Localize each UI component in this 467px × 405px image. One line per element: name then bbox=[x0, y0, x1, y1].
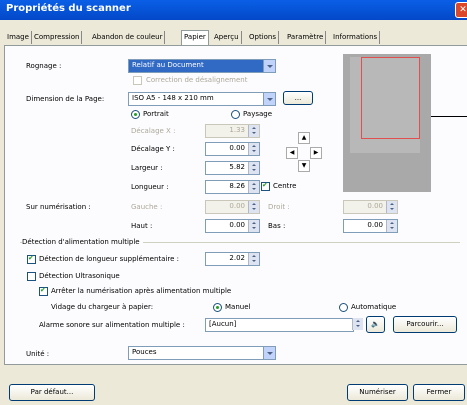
arrow-left-icon[interactable]: ◀ bbox=[286, 147, 298, 159]
page-size-value: ISO A5 - 148 x 210 mm bbox=[132, 94, 214, 102]
multifeed-group-title: Détection d'alimentation multiple bbox=[22, 238, 143, 246]
length-detect-stepper[interactable]: 2.02 bbox=[205, 252, 260, 266]
page-size-select[interactable]: ISO A5 - 148 x 210 mm bbox=[128, 92, 276, 106]
width-value: 5.82 bbox=[229, 163, 245, 171]
spin-arrows-icon[interactable] bbox=[248, 253, 259, 265]
length-detect-value: 2.02 bbox=[229, 254, 245, 262]
tab-preview[interactable]: Aperçu bbox=[212, 31, 242, 44]
alarm-spin[interactable] bbox=[352, 318, 363, 330]
spin-arrows-icon[interactable] bbox=[248, 201, 259, 213]
unit-label: Unité : bbox=[26, 350, 50, 358]
width-stepper[interactable]: 5.82 bbox=[205, 161, 260, 175]
length-stepper[interactable]: 8.26 bbox=[205, 180, 260, 194]
deskew-checkbox[interactable] bbox=[133, 76, 142, 85]
tab-paper[interactable]: Papier bbox=[181, 30, 209, 46]
tab-image[interactable]: Image bbox=[5, 31, 32, 44]
spin-arrows-icon[interactable] bbox=[248, 220, 259, 232]
page-size-label: Dimension de la Page: bbox=[26, 95, 105, 103]
length-detect-checkbox[interactable] bbox=[27, 254, 36, 264]
bottom-value: 0.00 bbox=[367, 221, 383, 229]
spin-arrows-icon[interactable] bbox=[386, 201, 397, 213]
right-stepper[interactable]: 0.00 bbox=[343, 200, 398, 214]
bottom-stepper[interactable]: 0.00 bbox=[343, 219, 398, 233]
offset-y-value: 0.00 bbox=[229, 144, 245, 152]
landscape-label: Paysage bbox=[243, 110, 273, 118]
left-label: Gauche : bbox=[131, 203, 163, 211]
tab-information[interactable]: Informations bbox=[331, 31, 381, 44]
overscan-label: Sur numérisation : bbox=[26, 203, 91, 211]
portrait-label: Portrait bbox=[143, 110, 169, 118]
unit-value: Pouces bbox=[132, 348, 157, 356]
length-detect-label: Détection de longueur supplémentaire : bbox=[39, 255, 179, 263]
left-stepper[interactable]: 0.00 bbox=[205, 200, 260, 214]
right-label: Droit : bbox=[268, 203, 290, 211]
chevron-down-icon[interactable] bbox=[263, 93, 275, 105]
spin-arrows-icon[interactable] bbox=[248, 143, 259, 155]
arrow-up-icon[interactable]: ▲ bbox=[298, 132, 310, 144]
ultrasonic-checkbox[interactable] bbox=[27, 272, 36, 281]
left-value: 0.00 bbox=[229, 202, 245, 210]
spin-arrows-icon[interactable] bbox=[248, 181, 259, 193]
automatic-radio[interactable] bbox=[339, 303, 348, 312]
empty-feeder-label: Vidage du chargeur à papier: bbox=[51, 303, 154, 311]
alarm-value: [Aucun] bbox=[209, 320, 237, 328]
offset-y-label: Décalage Y : bbox=[131, 145, 175, 153]
center-checkbox[interactable] bbox=[261, 181, 270, 191]
arrow-down-icon[interactable]: ▼ bbox=[298, 160, 310, 172]
top-stepper[interactable]: 0.00 bbox=[205, 219, 260, 233]
offset-y-stepper[interactable]: 0.00 bbox=[205, 142, 260, 156]
width-label: Largeur : bbox=[131, 164, 163, 172]
length-label: Longueur : bbox=[131, 183, 169, 191]
chevron-down-icon[interactable] bbox=[263, 60, 275, 72]
top-value: 0.00 bbox=[229, 221, 245, 229]
spin-arrows-icon[interactable] bbox=[248, 162, 259, 174]
manual-radio[interactable] bbox=[213, 303, 222, 312]
close-button[interactable]: Fermer bbox=[413, 384, 465, 401]
spin-arrows-icon[interactable] bbox=[386, 220, 397, 232]
window-title: Propriétés du scanner bbox=[6, 3, 131, 14]
tab-compression[interactable]: Compression bbox=[32, 31, 83, 44]
stop-scan-label: Arrêter la numérisation après alimentati… bbox=[51, 287, 232, 295]
right-value: 0.00 bbox=[367, 202, 383, 210]
ultrasonic-label: Détection Ultrasonique bbox=[39, 272, 120, 280]
length-value: 8.26 bbox=[229, 182, 245, 190]
spin-arrows-icon[interactable] bbox=[352, 318, 363, 330]
automatic-label: Automatique bbox=[351, 303, 397, 311]
cropping-select[interactable]: Relatif au Document bbox=[128, 59, 276, 73]
alarm-label: Alarme sonore sur alimentation multiple … bbox=[39, 321, 185, 329]
landscape-radio[interactable] bbox=[231, 110, 240, 119]
arrow-right-icon[interactable]: ▶ bbox=[310, 147, 322, 159]
stop-scan-checkbox[interactable] bbox=[39, 286, 48, 296]
scan-area-box bbox=[361, 57, 420, 139]
center-label: Centre bbox=[273, 182, 297, 190]
default-button[interactable]: Par défaut... bbox=[9, 384, 95, 401]
alarm-field[interactable]: [Aucun] bbox=[205, 318, 354, 332]
page-size-browse-button[interactable]: ... bbox=[283, 91, 313, 105]
offset-x-stepper[interactable]: 1.33 bbox=[205, 124, 260, 138]
tab-settings[interactable]: Paramètre bbox=[285, 31, 327, 44]
top-label: Haut : bbox=[131, 222, 153, 230]
portrait-radio[interactable] bbox=[131, 110, 140, 119]
scan-button[interactable]: Numériser bbox=[347, 384, 408, 401]
close-icon[interactable]: ✕ bbox=[455, 2, 467, 18]
cropping-value: Relatif au Document bbox=[132, 61, 204, 69]
bottom-label: Bas : bbox=[268, 222, 286, 230]
offset-x-value: 1.33 bbox=[229, 126, 245, 134]
cropping-label: Rognage : bbox=[26, 62, 62, 70]
unit-select[interactable]: Pouces bbox=[128, 346, 276, 360]
deskew-label: Correction de désalignement bbox=[146, 76, 248, 84]
manual-label: Manuel bbox=[225, 303, 251, 311]
chevron-down-icon[interactable] bbox=[263, 347, 275, 359]
tab-color-dropout[interactable]: Abandon de couleur bbox=[90, 31, 166, 44]
browse-button[interactable]: Parcourir... bbox=[393, 316, 457, 333]
offset-x-label: Décalage X : bbox=[131, 127, 176, 135]
pointer-line bbox=[431, 116, 467, 117]
speaker-icon[interactable]: 🔈 bbox=[366, 316, 385, 333]
tab-options[interactable]: Options bbox=[247, 31, 280, 44]
spin-arrows-icon[interactable] bbox=[248, 125, 259, 137]
